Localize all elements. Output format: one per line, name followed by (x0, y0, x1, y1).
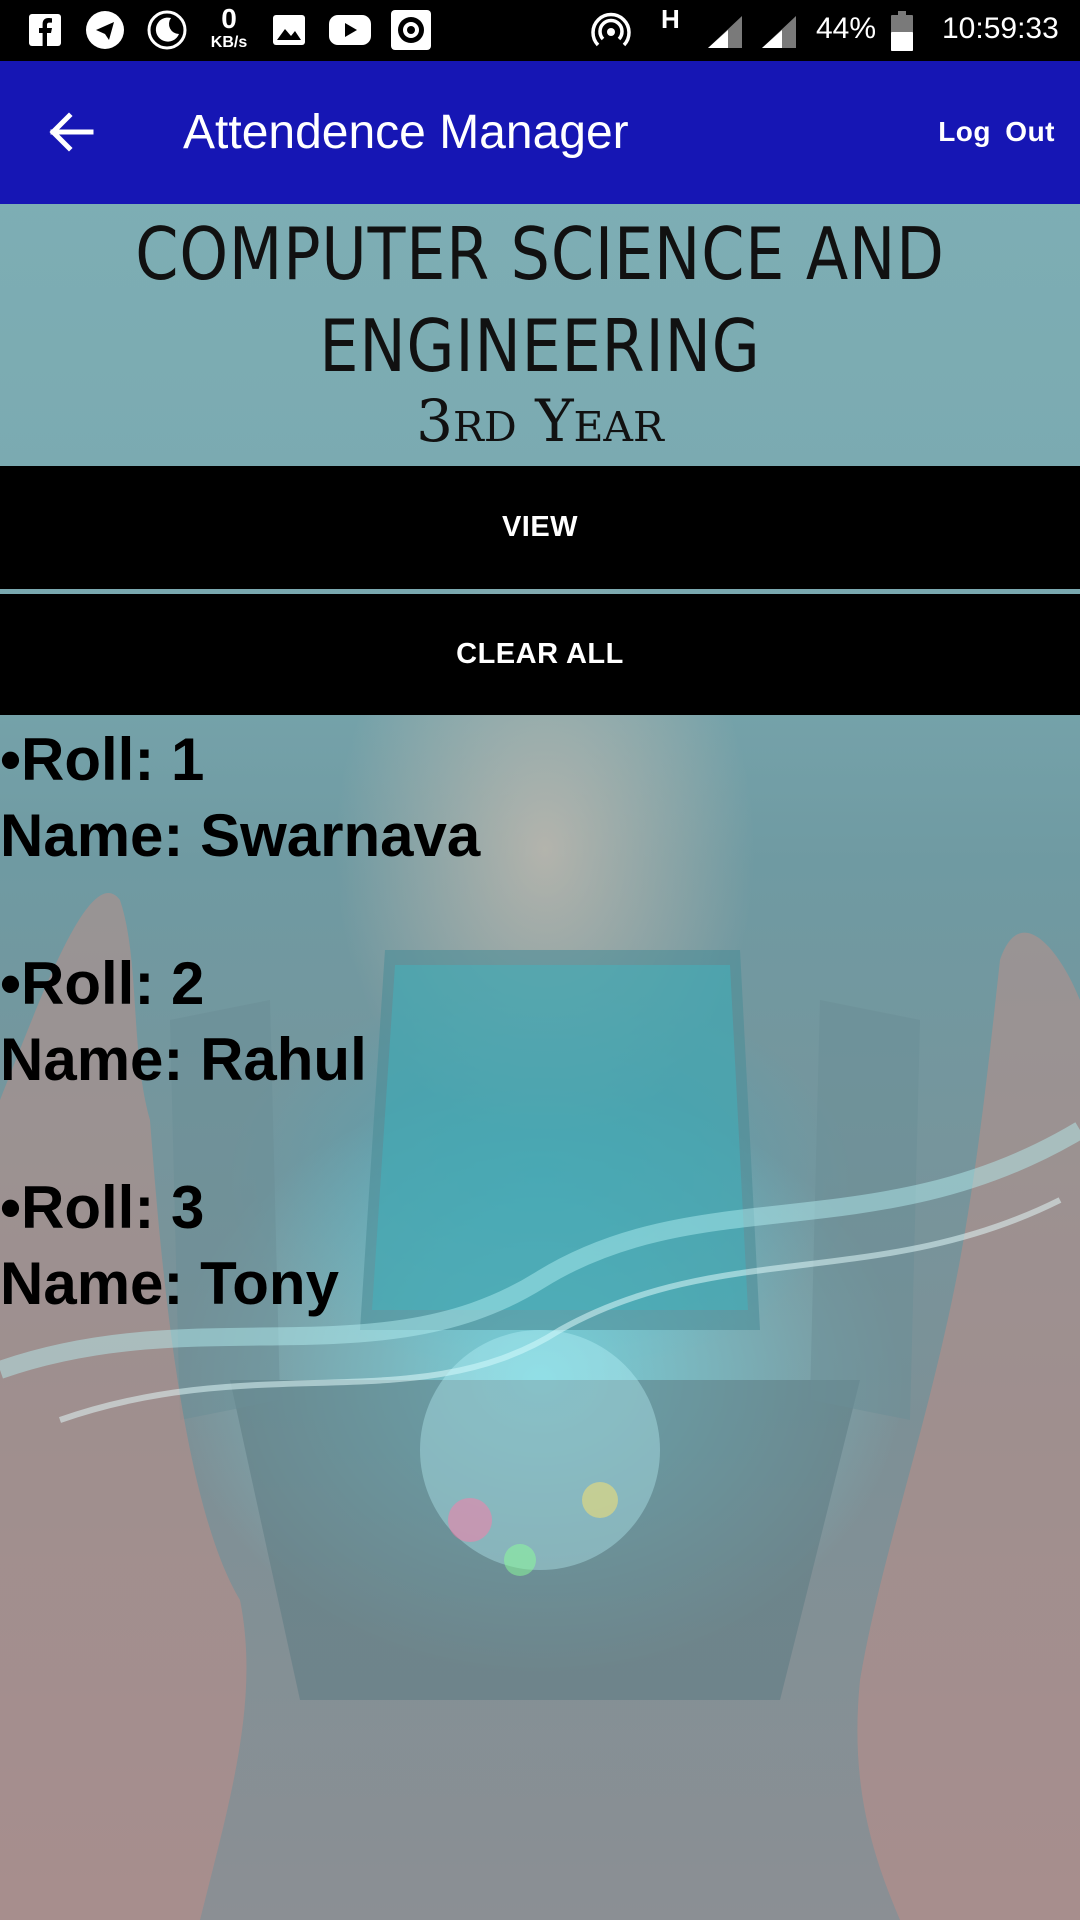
signal-icon (708, 16, 742, 48)
network-type: H (661, 4, 680, 34)
student-roll: •Roll: 2 (0, 950, 205, 1017)
telegram-icon (86, 11, 124, 49)
student-roll: •Roll: 3 (0, 1174, 205, 1241)
list-item: •Roll: 1 Name: Swarnava (0, 722, 1080, 874)
clear-all-button-label: CLEAR ALL (456, 638, 624, 670)
back-button[interactable] (36, 97, 106, 167)
night-mode-icon (147, 10, 187, 50)
hotspot-icon (591, 12, 631, 47)
network-speed-unit: KB/s (210, 34, 248, 51)
department-name-line-2: ENGINEERING (319, 304, 761, 388)
year-label: 3rd Year (416, 387, 664, 455)
view-button[interactable]: VIEW (0, 466, 1080, 589)
student-name: Name: Rahul (0, 1026, 367, 1093)
gallery-icon (273, 15, 305, 45)
battery-percent: 44% (816, 12, 877, 45)
view-button-label: VIEW (501, 511, 579, 543)
network-speed: 0 KB/s (205, 4, 253, 52)
status-bar: 0 KB/s H 44% 10:59:33 (0, 0, 1080, 61)
music-icon (391, 10, 431, 50)
app-bar: Attendence Manager Log Out (0, 61, 1080, 204)
facebook-icon (29, 14, 61, 46)
student-name: Name: Swarnava (0, 802, 481, 869)
list-item: •Roll: 3 Name: Tony (0, 1170, 1080, 1322)
department-header: COMPUTER SCIENCE AND ENGINEERING 3rd Yea… (0, 204, 1080, 466)
youtube-icon (329, 15, 371, 45)
signal-icon (762, 16, 796, 48)
app-title: Attendence Manager (183, 106, 629, 159)
student-list: •Roll: 1 Name: Swarnava •Roll: 2 Name: R… (0, 722, 1080, 1394)
clock: 10:59:33 (942, 12, 1059, 45)
clear-all-button[interactable]: CLEAR ALL (0, 594, 1080, 715)
list-item: •Roll: 2 Name: Rahul (0, 946, 1080, 1098)
department-name-line-1: COMPUTER SCIENCE AND (135, 212, 945, 296)
department-name: COMPUTER SCIENCE AND ENGINEERING (76, 208, 1005, 392)
student-roll: •Roll: 1 (0, 726, 205, 793)
back-arrow-icon (49, 112, 94, 152)
network-speed-value: 0 (221, 3, 237, 34)
logout-button[interactable]: Log Out (938, 116, 1055, 148)
battery-icon (891, 11, 913, 51)
student-name: Name: Tony (0, 1250, 339, 1317)
